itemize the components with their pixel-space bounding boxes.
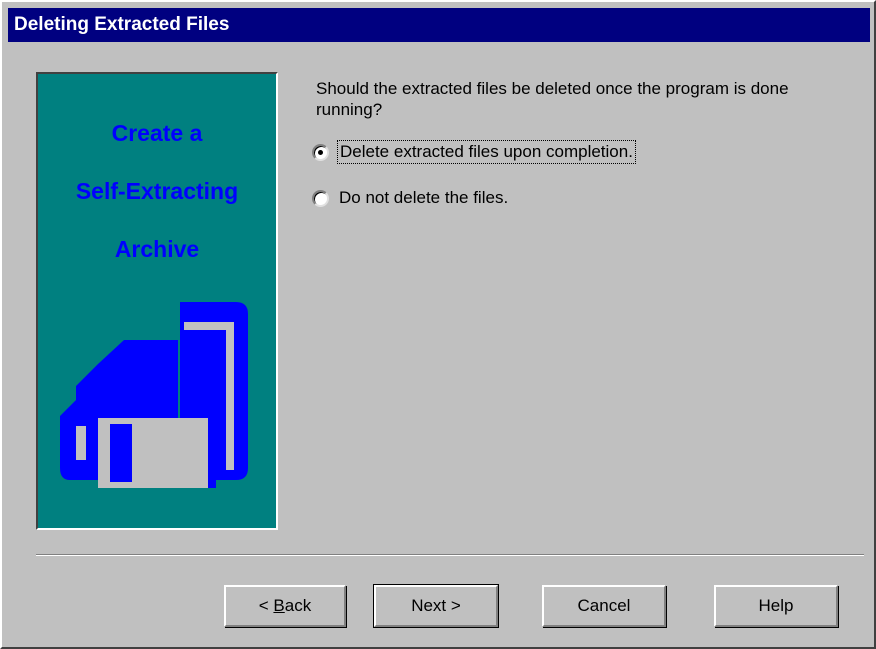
banner-line-1: Create a bbox=[111, 120, 203, 146]
back-button-mnemonic: B bbox=[273, 596, 285, 615]
dialog-title: Deleting Extracted Files bbox=[8, 8, 870, 42]
next-button[interactable]: Next > bbox=[373, 584, 499, 628]
help-button-label: Help bbox=[758, 596, 794, 615]
back-button[interactable]: < Back bbox=[224, 585, 346, 627]
help-button[interactable]: Help bbox=[714, 585, 838, 627]
radio-dot bbox=[318, 149, 323, 155]
next-button-label: Next > bbox=[411, 596, 461, 615]
banner-line-3: Archive bbox=[114, 236, 200, 262]
floppy-disk-icon bbox=[60, 302, 248, 488]
back-button-rest: ack bbox=[284, 596, 312, 615]
radio-label-keep[interactable]: Do not delete the files. bbox=[339, 188, 508, 208]
wizard-banner: Create a Self-Extracting Archive bbox=[36, 72, 278, 530]
cancel-button[interactable]: Cancel bbox=[542, 585, 666, 627]
radio-button-selected[interactable] bbox=[312, 143, 329, 161]
radio-button-unselected[interactable] bbox=[312, 189, 329, 207]
separator bbox=[36, 554, 864, 556]
question-text: Should the extracted files be deleted on… bbox=[316, 79, 789, 119]
banner-line-2: Self-Extracting bbox=[75, 178, 239, 204]
wizard-dialog: Deleting Extracted Files Create a Self-E… bbox=[0, 0, 876, 649]
radio-keep-files[interactable]: Do not delete the files. bbox=[312, 186, 508, 210]
cancel-button-label: Cancel bbox=[577, 596, 631, 615]
radio-delete-files[interactable]: Delete extracted files upon completion. bbox=[312, 140, 636, 164]
back-button-prefix: < bbox=[258, 596, 274, 615]
radio-label-delete[interactable]: Delete extracted files upon completion. bbox=[337, 140, 636, 164]
